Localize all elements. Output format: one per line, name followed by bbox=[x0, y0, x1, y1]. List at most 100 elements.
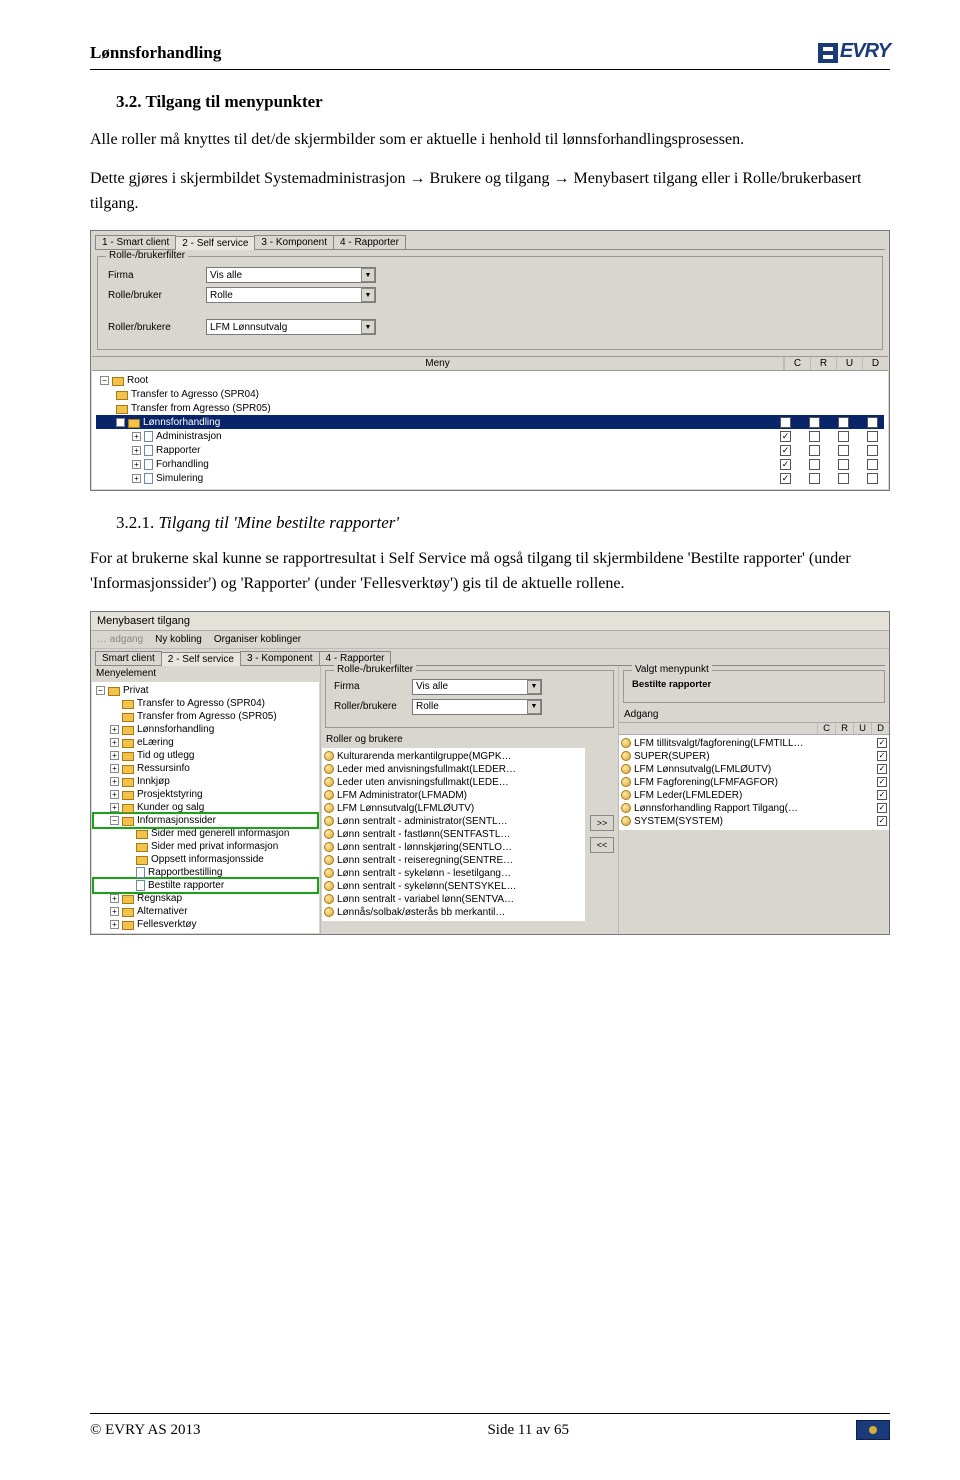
expander-icon[interactable]: − bbox=[116, 418, 125, 427]
checkbox[interactable] bbox=[838, 445, 849, 456]
checkbox[interactable]: ✓ bbox=[780, 431, 791, 442]
tree-row[interactable]: +Simulering✓ bbox=[96, 471, 884, 485]
checkbox[interactable] bbox=[867, 445, 878, 456]
tab-rapporter[interactable]: 4 - Rapporter bbox=[333, 235, 406, 249]
tree-row[interactable]: +Rapporter✓ bbox=[96, 443, 884, 457]
checkbox[interactable] bbox=[809, 445, 820, 456]
checkbox[interactable]: ✓ bbox=[877, 816, 887, 826]
list-item[interactable]: Lønn sentralt - variabel lønn(SENTVA… bbox=[324, 893, 583, 906]
list-item[interactable]: LFM Administrator(LFMADM) bbox=[324, 789, 583, 802]
expander-icon[interactable]: + bbox=[110, 725, 119, 734]
tree-row[interactable]: +Innkjøp bbox=[94, 775, 317, 788]
list-item[interactable]: Lønn sentralt - fastlønn(SENTFASTL… bbox=[324, 828, 583, 841]
adgang-row[interactable]: LFM tillitsvalgt/fagforening(LFMTILL…✓ bbox=[621, 737, 887, 750]
tree-row[interactable]: +Kunder og salg bbox=[94, 801, 317, 814]
checkbox[interactable] bbox=[809, 417, 820, 428]
checkbox[interactable]: ✓ bbox=[877, 751, 887, 761]
expander-icon[interactable]: + bbox=[132, 474, 141, 483]
expander-icon[interactable]: + bbox=[132, 460, 141, 469]
tab-self-service[interactable]: 2 - Self service bbox=[161, 652, 241, 666]
checkbox[interactable]: ✓ bbox=[877, 764, 887, 774]
tree-row[interactable]: Transfer from Agresso (SPR05) bbox=[94, 710, 317, 723]
tab-rapporter[interactable]: 4 - Rapporter bbox=[319, 651, 392, 665]
toolbar-organiser[interactable]: Organiser koblinger bbox=[214, 634, 301, 645]
menu-tree[interactable]: −RootTransfer to Agresso (SPR04)Transfer… bbox=[92, 371, 888, 489]
checkbox[interactable] bbox=[838, 459, 849, 470]
expander-icon[interactable]: + bbox=[110, 803, 119, 812]
expander-icon[interactable]: − bbox=[96, 686, 105, 695]
expander-icon[interactable]: + bbox=[110, 790, 119, 799]
tree-row[interactable]: +eLæring bbox=[94, 736, 317, 749]
checkbox[interactable]: ✓ bbox=[877, 777, 887, 787]
expander-icon[interactable]: + bbox=[110, 751, 119, 760]
expander-icon[interactable]: + bbox=[132, 432, 141, 441]
expander-icon[interactable]: + bbox=[110, 738, 119, 747]
combo-roller-brukere[interactable]: Rolle▼ bbox=[412, 699, 542, 715]
combo-firma[interactable]: Vis alle▼ bbox=[206, 267, 376, 283]
checkbox[interactable]: ✓ bbox=[780, 473, 791, 484]
checkbox[interactable] bbox=[809, 473, 820, 484]
checkbox[interactable]: ✓ bbox=[780, 459, 791, 470]
tab-smart-client[interactable]: Smart client bbox=[95, 651, 162, 665]
adgang-row[interactable]: LFM Lønnsutvalg(LFMLØUTV)✓ bbox=[621, 763, 887, 776]
tree-row[interactable]: +Tid og utlegg bbox=[94, 749, 317, 762]
tree-row[interactable]: +Ressursinfo bbox=[94, 762, 317, 775]
tab-self-service[interactable]: 2 - Self service bbox=[175, 236, 255, 250]
tree-row[interactable]: +Forhandling✓ bbox=[96, 457, 884, 471]
chevron-down-icon[interactable]: ▼ bbox=[361, 268, 375, 282]
checkbox[interactable]: ✓ bbox=[877, 738, 887, 748]
tree-row[interactable]: Rapportbestilling bbox=[94, 866, 317, 879]
adgang-row[interactable]: LFM Fagforening(LFMFAGFOR)✓ bbox=[621, 776, 887, 789]
list-item[interactable]: Leder med anvisningsfullmakt(LEDER… bbox=[324, 763, 583, 776]
tree-row[interactable]: Transfer to Agresso (SPR04) bbox=[94, 697, 317, 710]
tab-komponent[interactable]: 3 - Komponent bbox=[254, 235, 334, 249]
chevron-down-icon[interactable]: ▼ bbox=[527, 680, 541, 694]
chevron-down-icon[interactable]: ▼ bbox=[361, 320, 375, 334]
expander-icon[interactable]: + bbox=[110, 777, 119, 786]
menu-element-tree[interactable]: −PrivatTransfer to Agresso (SPR04)Transf… bbox=[92, 682, 319, 933]
adgang-row[interactable]: LFM Leder(LFMLEDER)✓ bbox=[621, 789, 887, 802]
tree-row[interactable]: +Prosjektstyring bbox=[94, 788, 317, 801]
checkbox[interactable]: ✓ bbox=[877, 803, 887, 813]
tab-komponent[interactable]: 3 - Komponent bbox=[240, 651, 320, 665]
checkbox[interactable] bbox=[838, 417, 849, 428]
checkbox[interactable] bbox=[867, 431, 878, 442]
adgang-row[interactable]: Lønnsforhandling Rapport Tilgang(…✓ bbox=[621, 802, 887, 815]
expander-icon[interactable]: + bbox=[110, 894, 119, 903]
checkbox[interactable] bbox=[838, 431, 849, 442]
list-item[interactable]: LFM Lønnsutvalg(LFMLØUTV) bbox=[324, 802, 583, 815]
tree-row[interactable]: −Informasjonssider bbox=[94, 814, 317, 827]
tree-row[interactable]: +Fellesverktøy bbox=[94, 918, 317, 931]
adgang-list[interactable]: LFM tillitsvalgt/fagforening(LFMTILL…✓SU… bbox=[619, 735, 889, 830]
tree-row[interactable]: +Regnskap bbox=[94, 892, 317, 905]
chevron-down-icon[interactable]: ▼ bbox=[361, 288, 375, 302]
tab-smart-client[interactable]: 1 - Smart client bbox=[95, 235, 176, 249]
list-item[interactable]: Lønn sentralt - sykelønn - lesetilgang… bbox=[324, 867, 583, 880]
list-item[interactable]: Lønnås/solbak/østerås bb merkantil… bbox=[324, 906, 583, 919]
tree-row[interactable]: +Lønnsforhandling bbox=[94, 723, 317, 736]
chevron-down-icon[interactable]: ▼ bbox=[527, 700, 541, 714]
tree-row[interactable]: Sider med privat informasjon bbox=[94, 840, 317, 853]
combo-rolle-bruker[interactable]: Rolle▼ bbox=[206, 287, 376, 303]
combo-firma[interactable]: Vis alle▼ bbox=[412, 679, 542, 695]
checkbox[interactable] bbox=[867, 417, 878, 428]
tree-row[interactable]: −Root bbox=[96, 373, 884, 387]
list-item[interactable]: Lønn sentralt - sykelønn(SENTSYKEL… bbox=[324, 880, 583, 893]
tree-row[interactable]: Transfer from Agresso (SPR05) bbox=[96, 401, 884, 415]
tree-row[interactable]: −Lønnsforhandling✓ bbox=[96, 415, 884, 429]
tree-row[interactable]: Transfer to Agresso (SPR04) bbox=[96, 387, 884, 401]
list-item[interactable]: Lønn sentralt - administrator(SENTL… bbox=[324, 815, 583, 828]
tree-row[interactable]: +Alternativer bbox=[94, 905, 317, 918]
checkbox[interactable] bbox=[867, 473, 878, 484]
list-item[interactable]: Leder uten anvisningsfullmakt(LEDE… bbox=[324, 776, 583, 789]
expander-icon[interactable]: − bbox=[110, 816, 119, 825]
checkbox[interactable] bbox=[867, 459, 878, 470]
checkbox[interactable] bbox=[809, 431, 820, 442]
tree-row[interactable]: Sider med generell informasjon bbox=[94, 827, 317, 840]
tree-row[interactable]: +Administrasjon✓ bbox=[96, 429, 884, 443]
toolbar-ny-kobling[interactable]: Ny kobling bbox=[155, 634, 202, 645]
move-right-button[interactable]: >> bbox=[590, 815, 614, 831]
expander-icon[interactable]: + bbox=[132, 446, 141, 455]
move-left-button[interactable]: << bbox=[590, 837, 614, 853]
adgang-row[interactable]: SUPER(SUPER)✓ bbox=[621, 750, 887, 763]
